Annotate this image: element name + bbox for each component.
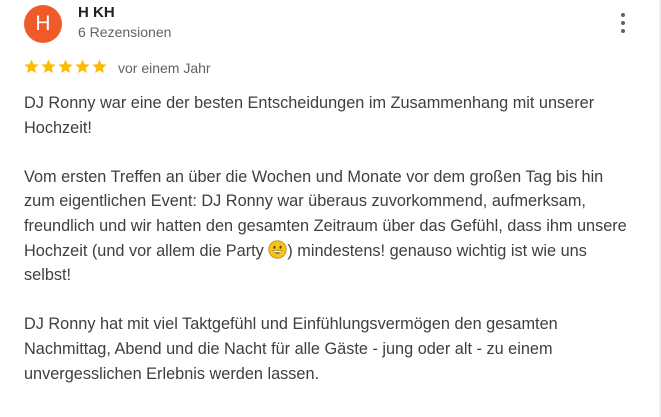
review-paragraph: Vom ersten Treffen an über die Wochen un… bbox=[24, 165, 634, 288]
star-icon bbox=[41, 59, 56, 73]
review-paragraph: DJ Ronny hat mit viel Taktgefühl und Ein… bbox=[24, 315, 558, 383]
more-options-button[interactable] bbox=[608, 10, 638, 38]
review-count[interactable]: 6 Rezensionen bbox=[78, 24, 171, 40]
review-paragraph: DJ Ronny war eine der besten Entscheidun… bbox=[24, 94, 595, 137]
author-name[interactable]: H KH bbox=[78, 4, 115, 21]
review-card: H H KH 6 Rezensionen vor einem Jahr DJ R… bbox=[0, 0, 661, 417]
avatar[interactable]: H bbox=[24, 5, 62, 43]
star-icon bbox=[92, 59, 107, 73]
grinning-face-emoji-icon bbox=[268, 239, 287, 259]
star-icon bbox=[24, 59, 39, 73]
review-date: vor einem Jahr bbox=[118, 60, 211, 76]
star-icon bbox=[75, 59, 90, 73]
review-text: DJ Ronny war eine der besten Entscheidun… bbox=[24, 91, 634, 411]
star-rating bbox=[23, 58, 108, 76]
star-icon bbox=[58, 59, 73, 73]
